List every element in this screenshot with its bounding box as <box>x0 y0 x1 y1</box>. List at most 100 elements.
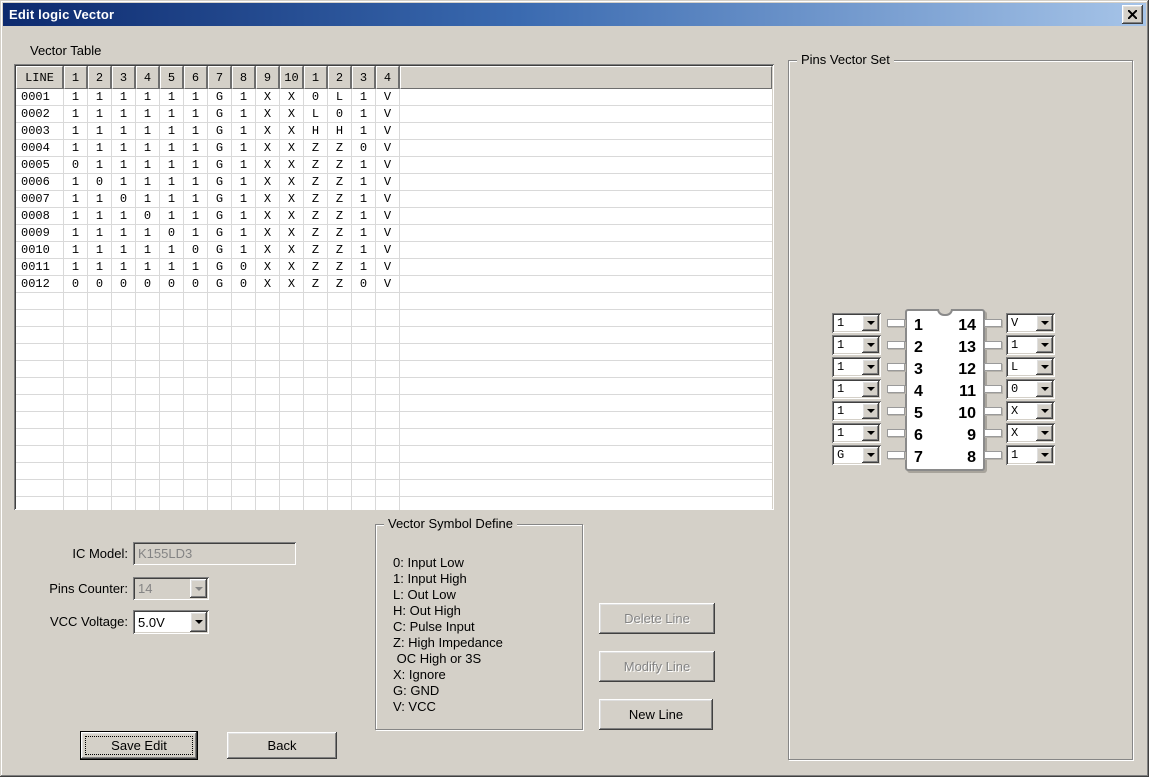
pin-13-combo[interactable]: 1 <box>1006 335 1055 355</box>
pin-3-combo[interactable]: 1 <box>832 357 881 377</box>
column-header[interactable]: 1 <box>64 66 87 89</box>
empty-value-cell <box>304 327 328 344</box>
dropdown-button[interactable] <box>862 381 879 397</box>
pin-8-combo[interactable]: 1 <box>1006 445 1055 465</box>
empty-value-cell <box>88 480 112 497</box>
column-header[interactable]: 1 <box>304 66 327 89</box>
column-header[interactable]: 8 <box>232 66 255 89</box>
new-line-button[interactable]: New Line <box>599 699 713 730</box>
vcc-voltage-combo[interactable]: 5.0V <box>133 610 209 634</box>
dropdown-button[interactable] <box>1036 359 1053 375</box>
vector-value-cell: 1 <box>232 123 256 140</box>
vector-value-cell: L <box>304 106 328 123</box>
pin-12-combo[interactable]: L <box>1006 357 1055 377</box>
table-row[interactable]: 0003 1 1 1 1 1 1 G 1 X X H H 1 V <box>16 123 772 140</box>
empty-value-cell <box>232 310 256 327</box>
delete-line-button[interactable]: Delete Line <box>599 603 715 634</box>
back-button[interactable]: Back <box>227 732 337 759</box>
table-row[interactable]: 0008 1 1 1 0 1 1 G 1 X X Z Z 1 V <box>16 208 772 225</box>
column-header[interactable]: 2 <box>88 66 111 89</box>
empty-value-cell <box>232 497 256 510</box>
table-row[interactable]: 0007 1 1 0 1 1 1 G 1 X X Z Z 1 V <box>16 191 772 208</box>
dropdown-button[interactable] <box>862 337 879 353</box>
vector-value-cell: 0 <box>136 208 160 225</box>
modify-line-button[interactable]: Modify Line <box>599 651 715 682</box>
pins-vector-set-title: Pins Vector Set <box>797 52 894 67</box>
vcc-voltage-dropdown-button[interactable] <box>190 612 207 632</box>
vector-value-cell: X <box>280 123 304 140</box>
empty-line-cell <box>16 327 64 344</box>
pins-counter-combo[interactable]: 14 <box>133 577 209 600</box>
title-bar[interactable]: Edit logic Vector <box>3 3 1146 26</box>
vector-value-cell: L <box>328 89 352 106</box>
pin-2-combo[interactable]: 1 <box>832 335 881 355</box>
dropdown-button[interactable] <box>1036 425 1053 441</box>
pin-10-combo[interactable]: X <box>1006 401 1055 421</box>
column-header[interactable]: 10 <box>280 66 303 89</box>
vector-value-cell: Z <box>304 191 328 208</box>
table-row[interactable]: 0004 1 1 1 1 1 1 G 1 X X Z Z 0 V <box>16 140 772 157</box>
dropdown-button[interactable] <box>862 315 879 331</box>
empty-value-cell <box>208 480 232 497</box>
vector-value-cell: G <box>208 208 232 225</box>
column-header[interactable]: 9 <box>256 66 279 89</box>
vector-value-cell: 1 <box>160 157 184 174</box>
column-header[interactable]: 4 <box>136 66 159 89</box>
empty-value-cell <box>88 344 112 361</box>
save-edit-button[interactable]: Save Edit <box>81 732 197 759</box>
empty-value-cell <box>88 463 112 480</box>
pin-7-combo[interactable]: G <box>832 445 881 465</box>
column-header[interactable]: 6 <box>184 66 207 89</box>
vector-value-cell: 1 <box>64 259 88 276</box>
vector-value-cell: 1 <box>88 191 112 208</box>
symbol-define-line: G: GND <box>393 683 440 698</box>
column-header[interactable]: 7 <box>208 66 231 89</box>
vector-value-cell: 0 <box>352 276 376 293</box>
column-header[interactable]: LINE <box>16 66 63 89</box>
column-header[interactable]: 4 <box>376 66 399 89</box>
dropdown-button[interactable] <box>862 447 879 463</box>
empty-value-cell <box>280 480 304 497</box>
dropdown-button[interactable] <box>862 425 879 441</box>
pin-11-combo[interactable]: 0 <box>1006 379 1055 399</box>
vector-value-cell: 0 <box>232 276 256 293</box>
vector-value-cell: Z <box>328 242 352 259</box>
empty-value-cell <box>304 463 328 480</box>
dropdown-button[interactable] <box>862 359 879 375</box>
pin-14-combo[interactable]: V <box>1006 313 1055 333</box>
table-row[interactable]: 0009 1 1 1 1 0 1 G 1 X X Z Z 1 V <box>16 225 772 242</box>
row-filler-cell <box>400 259 772 276</box>
vector-value-cell: 1 <box>232 157 256 174</box>
column-header[interactable]: 3 <box>112 66 135 89</box>
table-row[interactable]: 0001 1 1 1 1 1 1 G 1 X X 0 L 1 V <box>16 89 772 106</box>
pin-6-combo[interactable]: 1 <box>832 423 881 443</box>
pin-combo-value: 1 <box>837 338 845 352</box>
empty-value-cell <box>328 378 352 395</box>
table-row[interactable]: 0002 1 1 1 1 1 1 G 1 X X L 0 1 V <box>16 106 772 123</box>
table-row[interactable]: 0011 1 1 1 1 1 1 G 0 X X Z Z 1 V <box>16 259 772 276</box>
dropdown-button[interactable] <box>1036 315 1053 331</box>
vector-table[interactable]: LINE 1 2 3 4 5 6 7 8 9 10 1 2 3 4 0001 1 1 1 1 1 1 G 1 X X 0 L 1 V 00… <box>14 64 774 510</box>
dropdown-button[interactable] <box>862 403 879 419</box>
column-header[interactable]: 3 <box>352 66 375 89</box>
dropdown-button[interactable] <box>1036 337 1053 353</box>
dropdown-button[interactable] <box>1036 403 1053 419</box>
column-header[interactable]: 2 <box>328 66 351 89</box>
pins-counter-dropdown-button[interactable] <box>190 579 207 598</box>
table-row[interactable]: 0005 0 1 1 1 1 1 G 1 X X Z Z 1 V <box>16 157 772 174</box>
table-row[interactable]: 0010 1 1 1 1 1 0 G 1 X X Z Z 1 V <box>16 242 772 259</box>
ic-model-field[interactable]: K155LD3 <box>133 542 296 565</box>
line-number-cell: 0012 <box>16 276 64 293</box>
pin-4-combo[interactable]: 1 <box>832 379 881 399</box>
pin-9-combo[interactable]: X <box>1006 423 1055 443</box>
pin-5-combo[interactable]: 1 <box>832 401 881 421</box>
column-header[interactable]: 5 <box>160 66 183 89</box>
empty-value-cell <box>208 293 232 310</box>
pin-1-combo[interactable]: 1 <box>832 313 881 333</box>
table-row[interactable]: 0006 1 0 1 1 1 1 G 1 X X Z Z 1 V <box>16 174 772 191</box>
close-button[interactable] <box>1122 5 1143 24</box>
vector-value-cell: X <box>256 123 280 140</box>
table-row[interactable]: 0012 0 0 0 0 0 0 G 0 X X Z Z 0 V <box>16 276 772 293</box>
dropdown-button[interactable] <box>1036 447 1053 463</box>
dropdown-button[interactable] <box>1036 381 1053 397</box>
